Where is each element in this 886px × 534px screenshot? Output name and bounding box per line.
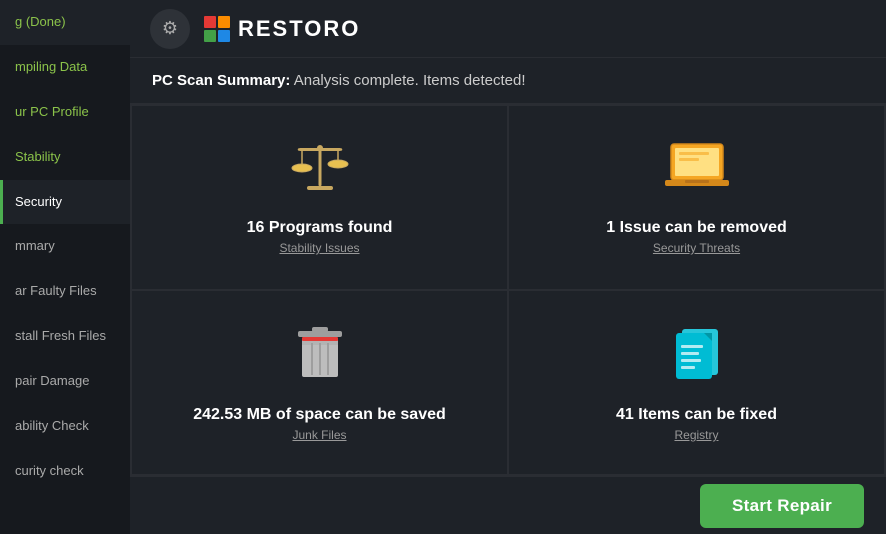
sidebar-item-summary[interactable]: mmary: [0, 224, 130, 269]
laptop-icon: [663, 140, 731, 207]
sidebar-item-scanning[interactable]: g (Done): [0, 0, 130, 45]
card-junk-files: 242.53 MB of space can be saved Junk Fil…: [131, 290, 508, 475]
scales-icon: [289, 140, 351, 207]
card-registry: 41 Items can be fixed Registry: [508, 290, 885, 475]
sidebar-item-clear-faulty[interactable]: ar Faulty Files: [0, 269, 130, 314]
bottom-bar: Start Repair: [130, 476, 886, 534]
scan-summary-bar: PC Scan Summary: Analysis complete. Item…: [130, 58, 886, 104]
gear-icon: ⚙: [162, 18, 178, 39]
main-content: ⚙ RESTORO PC Scan Summary: Analysis comp…: [130, 0, 886, 534]
sidebar-item-install-fresh[interactable]: stall Fresh Files: [0, 314, 130, 359]
header: ⚙ RESTORO: [130, 0, 886, 58]
registry-label[interactable]: Registry: [674, 428, 718, 442]
sidebar-item-stability[interactable]: Stability: [0, 135, 130, 180]
registry-value: 41 Items can be fixed: [616, 406, 777, 424]
stability-issues-value: 16 Programs found: [247, 219, 393, 237]
registry-icon: [668, 323, 726, 394]
sidebar-item-repair-damage[interactable]: pair Damage: [0, 359, 130, 404]
sidebar-item-security[interactable]: Security: [0, 180, 130, 225]
trash-icon: [292, 323, 348, 394]
sidebar: g (Done) mpiling Data ur PC Profile Stab…: [0, 0, 130, 534]
junk-files-label[interactable]: Junk Files: [292, 428, 346, 442]
cards-grid: 16 Programs found Stability Issues: [130, 104, 886, 476]
card-stability-issues: 16 Programs found Stability Issues: [131, 105, 508, 290]
scan-summary-text: Analysis complete. Items detected!: [294, 72, 526, 89]
security-threats-value: 1 Issue can be removed: [606, 219, 787, 237]
security-threats-label[interactable]: Security Threats: [653, 241, 740, 255]
junk-files-value: 242.53 MB of space can be saved: [193, 406, 446, 424]
stability-issues-label[interactable]: Stability Issues: [279, 241, 359, 255]
settings-button[interactable]: ⚙: [150, 9, 190, 49]
app-title: RESTORO: [238, 16, 360, 42]
sidebar-item-stability-check[interactable]: ability Check: [0, 404, 130, 449]
sidebar-item-compiling[interactable]: mpiling Data: [0, 45, 130, 90]
sidebar-item-security-check[interactable]: curity check: [0, 449, 130, 494]
scan-summary-label: PC Scan Summary:: [152, 72, 290, 89]
start-repair-button[interactable]: Start Repair: [700, 484, 864, 528]
logo-area: RESTORO: [204, 16, 360, 42]
sidebar-item-pc-profile[interactable]: ur PC Profile: [0, 90, 130, 135]
card-security-threats: 1 Issue can be removed Security Threats: [508, 105, 885, 290]
restoro-logo-icon: [204, 16, 230, 42]
